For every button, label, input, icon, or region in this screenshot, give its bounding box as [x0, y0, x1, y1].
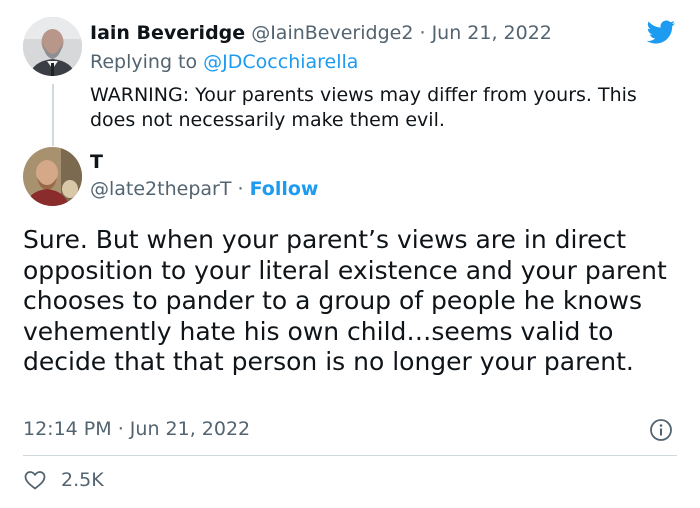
- info-icon[interactable]: [649, 418, 673, 442]
- like-count: 2.5K: [61, 469, 104, 491]
- tweet-timestamp[interactable]: 12:14 PM · Jun 21, 2022: [23, 418, 250, 440]
- replying-to-line: Replying to @JDCocchiarella: [90, 51, 358, 73]
- main-tweet-text: Sure. But when your parent’s views are i…: [23, 225, 667, 376]
- main-author-handle-row: @late2theparT · Follow: [90, 178, 319, 200]
- tweet-date: Jun 21, 2022: [129, 418, 251, 440]
- main-avatar-photo: [23, 147, 82, 206]
- replying-to-link[interactable]: @JDCocchiarella: [203, 51, 358, 73]
- main-author-avatar[interactable]: [23, 147, 82, 206]
- replying-to-prefix: Replying to: [90, 51, 198, 73]
- thread-connector-line: [52, 84, 54, 146]
- handle-separator: ·: [237, 178, 244, 200]
- parent-author-handle[interactable]: @IainBeveridge2: [251, 22, 413, 44]
- tweet-divider: [23, 455, 677, 456]
- parent-author-name[interactable]: Iain Beveridge: [90, 22, 245, 44]
- parent-tweet-text: WARNING: Your parents views may differ f…: [90, 84, 637, 131]
- tweet-time: 12:14 PM: [23, 418, 112, 440]
- like-action[interactable]: 2.5K: [23, 468, 104, 492]
- timestamp-separator: ·: [117, 418, 124, 440]
- parent-author-avatar[interactable]: [23, 17, 82, 76]
- parent-avatar-photo: [23, 17, 82, 76]
- follow-button[interactable]: Follow: [250, 178, 319, 200]
- main-author-name[interactable]: T: [90, 151, 103, 173]
- main-author-handle[interactable]: @late2theparT: [90, 178, 231, 200]
- parent-tweet-date[interactable]: Jun 21, 2022: [432, 22, 552, 44]
- header-separator: ·: [419, 22, 426, 44]
- heart-icon[interactable]: [23, 468, 47, 492]
- twitter-bird-icon[interactable]: [644, 17, 677, 47]
- parent-tweet-header: Iain Beveridge @IainBeveridge2 · Jun 21,…: [90, 22, 552, 44]
